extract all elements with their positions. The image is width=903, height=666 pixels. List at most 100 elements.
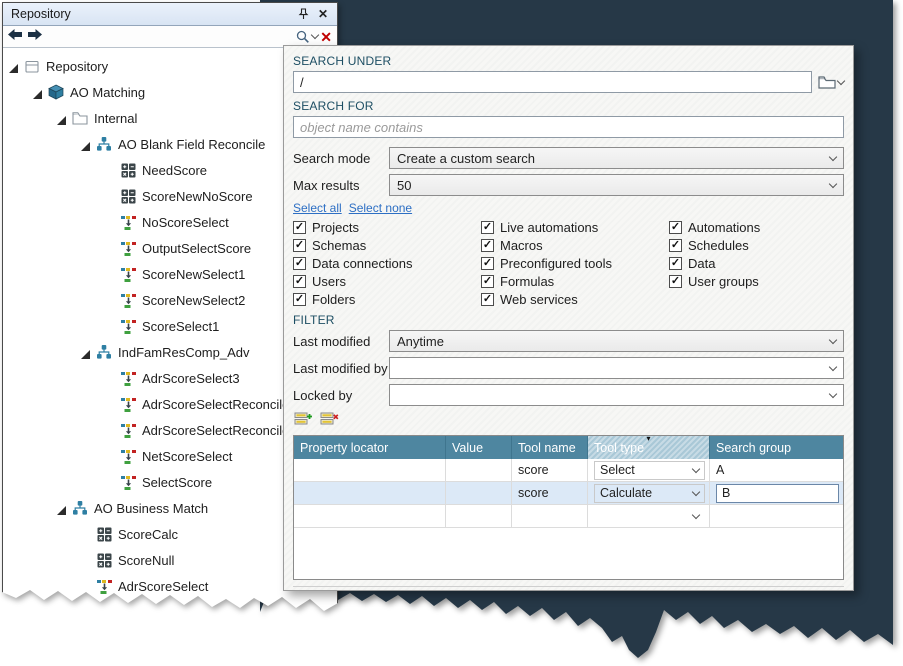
- tool-type-combo-cell[interactable]: Calculate: [588, 482, 710, 504]
- search-for-input[interactable]: [293, 116, 844, 138]
- forward-arrow-icon[interactable]: [27, 28, 42, 46]
- checkbox-box[interactable]: ✓: [669, 221, 682, 234]
- checkbox-schemas[interactable]: ✓Schemas: [293, 237, 481, 254]
- checkbox-label: Automations: [688, 220, 760, 235]
- table-row[interactable]: score Select A: [294, 459, 843, 482]
- expanded-triangle-icon[interactable]: [81, 347, 91, 357]
- search-group-cell[interactable]: B: [710, 482, 843, 504]
- checkbox-web-services[interactable]: ✓Web services: [481, 291, 669, 308]
- search-group-edit-input[interactable]: B: [716, 484, 839, 503]
- table-cell[interactable]: [294, 505, 446, 527]
- table-cell[interactable]: [446, 459, 512, 481]
- checkbox-automations[interactable]: ✓ Automations: [669, 219, 760, 236]
- checkbox-user-groups[interactable]: ✓ User groups: [669, 273, 760, 290]
- max-results-label: Max results: [293, 178, 389, 193]
- select-none-link[interactable]: Select none: [349, 201, 412, 215]
- tree-item-label: AdrScoreSelect-2: [118, 605, 220, 620]
- table-row[interactable]: [294, 505, 843, 528]
- checkbox-box[interactable]: ✓: [669, 257, 682, 270]
- last-modified-select[interactable]: Anytime: [389, 330, 844, 352]
- tool-type-combo-cell[interactable]: [588, 505, 710, 527]
- select-tool-icon: [120, 474, 136, 490]
- search-mode-select[interactable]: Create a custom search: [389, 147, 844, 169]
- table-cell[interactable]: score: [512, 459, 588, 481]
- checkbox-preconfigured-tools[interactable]: ✓Preconfigured tools: [481, 255, 669, 272]
- column-header-tool-name[interactable]: Tool name: [512, 436, 588, 459]
- tool-type-select[interactable]: Select: [594, 461, 705, 480]
- tree-item-label: ScoreNewSelect2: [142, 293, 245, 308]
- column-header-search-group[interactable]: Search group: [710, 436, 843, 459]
- expanded-triangle-icon[interactable]: [57, 503, 67, 513]
- checkbox-box[interactable]: ✓: [481, 221, 494, 234]
- checkbox-projects[interactable]: ✓Projects: [293, 219, 481, 236]
- checkbox-box[interactable]: ✓: [669, 275, 682, 288]
- checkbox-box[interactable]: ✓: [293, 257, 306, 270]
- checkbox-schedules[interactable]: ✓Schedules: [669, 237, 760, 254]
- last-modified-by-combo[interactable]: [389, 357, 844, 379]
- tool-type-select[interactable]: Calculate: [594, 484, 705, 503]
- expanded-triangle-icon[interactable]: [81, 139, 91, 149]
- table-cell[interactable]: [294, 459, 446, 481]
- tree-item-label: ScoreNull: [118, 553, 174, 568]
- checkbox-formulas[interactable]: ✓Formulas: [481, 273, 669, 290]
- column-header-tool-type[interactable]: Tool type▾: [588, 436, 710, 459]
- tree-spacer: [105, 477, 115, 487]
- search-dialog: SEARCH UNDER SEARCH FOR Search mode Crea…: [283, 45, 854, 591]
- automation-icon: [96, 136, 112, 152]
- delete-row-icon[interactable]: [320, 411, 339, 432]
- chevron-down-icon: [692, 487, 700, 495]
- add-row-icon[interactable]: [294, 411, 313, 432]
- checkbox-data[interactable]: ✓Data: [669, 255, 760, 272]
- column-header-value[interactable]: Value: [446, 436, 512, 459]
- expanded-triangle-icon[interactable]: [57, 113, 67, 123]
- locked-by-combo[interactable]: [389, 384, 844, 406]
- pin-icon[interactable]: [295, 6, 311, 22]
- expanded-triangle-icon[interactable]: [9, 61, 19, 71]
- checkbox-box[interactable]: ✓: [481, 275, 494, 288]
- table-cell[interactable]: [294, 482, 446, 504]
- table-row[interactable]: score Calculate B: [294, 482, 843, 505]
- tree-spacer: [105, 217, 115, 227]
- sort-indicator-icon: ▾: [646, 434, 650, 443]
- table-cell[interactable]: A: [710, 459, 843, 481]
- folder-browse-icon[interactable]: [818, 75, 844, 89]
- checkbox-users[interactable]: ✓Users: [293, 273, 481, 290]
- checkbox-data-connections[interactable]: ✓Data connections: [293, 255, 481, 272]
- checkbox-box[interactable]: ✓: [481, 239, 494, 252]
- checkbox-box[interactable]: ✓: [481, 257, 494, 270]
- select-all-link[interactable]: Select all: [293, 201, 342, 215]
- search-mode-label: Search mode: [293, 151, 389, 166]
- checkbox-box[interactable]: ✓: [293, 275, 306, 288]
- clear-search-icon[interactable]: ✕: [320, 30, 332, 44]
- search-under-input[interactable]: [293, 71, 812, 93]
- tool-type-select[interactable]: [594, 507, 705, 526]
- table-cell[interactable]: score: [512, 482, 588, 504]
- expanded-triangle-icon[interactable]: [33, 87, 43, 97]
- table-cell[interactable]: [710, 505, 843, 527]
- table-cell[interactable]: [446, 482, 512, 504]
- select-tool-icon: [120, 396, 136, 412]
- checkbox-folders[interactable]: ✓Folders: [293, 291, 481, 308]
- back-arrow-icon[interactable]: [8, 28, 23, 46]
- table-cell[interactable]: [512, 505, 588, 527]
- checkbox-box[interactable]: ✓: [293, 221, 306, 234]
- search-dropdown-icon[interactable]: [296, 30, 318, 44]
- select-tool-icon: [120, 318, 136, 334]
- checkbox-macros[interactable]: ✓Macros: [481, 237, 669, 254]
- tree-item-label: NetScoreSelect: [142, 449, 232, 464]
- tree-item[interactable]: AdrScoreSelect-2: [3, 599, 337, 625]
- checkbox-box[interactable]: ✓: [481, 293, 494, 306]
- checkbox-box[interactable]: ✓: [293, 293, 306, 306]
- column-header-property-locator[interactable]: Property locator: [294, 436, 446, 459]
- tree-item-label: ScoreNewSelect1: [142, 267, 245, 282]
- close-icon[interactable]: ✕: [315, 6, 331, 22]
- tool-type-combo-cell[interactable]: Select: [588, 459, 710, 481]
- chevron-down-icon: [692, 510, 700, 518]
- max-results-select[interactable]: 50: [389, 174, 844, 196]
- table-cell[interactable]: [446, 505, 512, 527]
- checkbox-label: User groups: [688, 274, 759, 289]
- checkbox-box[interactable]: ✓: [293, 239, 306, 252]
- checkbox-box[interactable]: ✓: [669, 239, 682, 252]
- calculate-tool-icon: [120, 162, 136, 178]
- checkbox-live-automations[interactable]: ✓Live automations: [481, 219, 669, 236]
